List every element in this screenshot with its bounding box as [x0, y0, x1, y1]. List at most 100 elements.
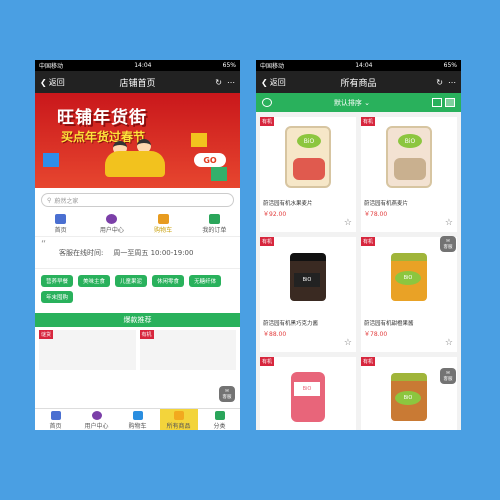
brand-logo: BiO [395, 391, 421, 405]
more-icon[interactable]: ⋯ [448, 78, 456, 87]
service-hours: “ 客服在线时间: 周一至周五 10:00-19:00 [35, 237, 240, 269]
brand-logo: BiO [395, 271, 421, 285]
user-icon [106, 214, 118, 224]
product-card[interactable]: 有机 BiO 蔚活园有机甜橙果酱 ￥78.00 ☆ [361, 237, 457, 352]
product-name: 蔚活园有机水果麦片 [263, 201, 313, 207]
bottom-nav-all-goods[interactable]: 所有商品 [159, 409, 198, 430]
product-name: 蔚活园有机燕麦片 [364, 201, 409, 207]
nav-bar: ❮ 返回 店铺首页 ↻ ⋯ [35, 71, 240, 93]
carrier: 中国移动 [39, 63, 64, 70]
product-card[interactable]: 有机 BiO 蔚活园有机黑巧克力酱 ￥88.00 ☆ [260, 237, 356, 352]
product-image: BiO [361, 117, 457, 197]
product-image: BiO [260, 117, 356, 197]
tab-cart[interactable]: 购物车 [145, 214, 181, 234]
battery: 65% [443, 62, 457, 69]
hours-label: 客服在线时间: [59, 248, 104, 257]
goods-icon [173, 411, 184, 420]
gift-box-icon [211, 167, 227, 181]
brand-logo: BiO [398, 134, 422, 148]
tag-puree[interactable]: 儿童果泥 [115, 275, 148, 287]
car-illustration [105, 151, 165, 177]
page-title: 店铺首页 [119, 78, 156, 89]
product-price: ￥78.00 [364, 331, 388, 338]
gift-box-icon [191, 133, 207, 147]
customer-service-button[interactable]: ✉ 客服 [440, 368, 456, 384]
category-tags: 营养早餐 美味主食 儿童果泥 休闲零食 无糖纤体 年末囤购 [35, 269, 240, 309]
clock: 14:04 [134, 62, 152, 69]
refresh-icon[interactable]: ↻ [436, 78, 443, 87]
quick-tabs: 首页 用户中心 购物车 我的订单 [35, 212, 240, 237]
back-button[interactable]: ❮ 返回 [261, 77, 286, 88]
tag-snacks[interactable]: 休闲零食 [152, 275, 185, 287]
product-card[interactable]: 有机 BiO 蔚活园有机燕麦片 ￥78.00 ☆ [361, 117, 457, 232]
go-button[interactable]: GO [194, 153, 226, 167]
hours-value: 周一至周五 10:00-19:00 [113, 248, 194, 257]
refresh-icon[interactable]: ↻ [215, 78, 222, 87]
tab-user-center[interactable]: 用户中心 [94, 214, 130, 234]
cart-icon [132, 411, 143, 420]
banner-subtitle: 买点年货过春节 [61, 130, 146, 144]
bottom-nav-category[interactable]: 分类 [201, 409, 239, 430]
tab-orders[interactable]: 我的订单 [196, 214, 232, 234]
status-bar: 中国移动 14:04 65% [35, 60, 240, 71]
product-card[interactable]: 有机 BiO [260, 357, 356, 430]
user-icon [91, 411, 102, 420]
view-toggle [431, 98, 455, 107]
phone-all-products: 中国移动 14:04 65% ❮ 返回 所有商品 ↻ ⋯ 默认排序 ⌄ 有机 BiO… [256, 60, 461, 430]
promo-banner[interactable]: 旺铺年货街 买点年货过春节 GO [35, 93, 240, 188]
search-input[interactable]: ⚲ 蔚然之家 [41, 193, 234, 207]
battery: 65% [222, 62, 236, 69]
sort-dropdown[interactable]: 默认排序 ⌄ [334, 98, 370, 108]
product-grid: 有机 BiO 蔚活园有机水果麦片 ￥92.00 ☆ 有机 BiO 蔚活园有机燕麦… [256, 112, 461, 430]
product-name: 蔚活园有机黑巧克力酱 [263, 321, 319, 327]
search-icon: ⚲ [47, 196, 52, 204]
tag-staple[interactable]: 美味主食 [78, 275, 111, 287]
favorite-star-icon[interactable]: ☆ [445, 338, 453, 348]
bottom-nav-user-center[interactable]: 用户中心 [78, 409, 116, 430]
chevron-left-icon: ❮ [261, 77, 268, 87]
brand-logo: BiO [294, 382, 320, 396]
tag-stock-up[interactable]: 年末囤购 [41, 291, 74, 303]
tag-breakfast[interactable]: 营养早餐 [41, 275, 74, 287]
sort-bar: 默认排序 ⌄ [256, 93, 461, 112]
phone-store-home: 中国移动 14:04 65% ❮ 返回 店铺首页 ↻ ⋯ 旺铺年货街 买点年货过春节… [35, 60, 240, 430]
gift-box-icon [43, 153, 59, 167]
hot-products: 谜货 有机 [35, 327, 240, 370]
tag-sugar-free[interactable]: 无糖纤体 [189, 275, 222, 287]
status-bar: 中国移动 14:04 65% [256, 60, 461, 71]
product-card[interactable]: 有机 BiO 蔚活园有机水果麦片 ￥92.00 ☆ [260, 117, 356, 232]
brand-logo: BiO [294, 273, 320, 287]
product-badge: 有机 [139, 330, 154, 339]
back-button[interactable]: ❮ 返回 [40, 77, 65, 88]
nav-icons: ↻ ⋯ [215, 78, 235, 87]
favorite-star-icon[interactable]: ☆ [344, 218, 352, 228]
home-icon [55, 214, 67, 224]
nav-bar: ❮ 返回 所有商品 ↻ ⋯ [256, 71, 461, 93]
customer-service-button[interactable]: ✉ 客服 [440, 236, 456, 252]
single-column-view-icon[interactable] [431, 98, 442, 107]
product-price: ￥88.00 [263, 331, 287, 338]
menu-icon [214, 411, 225, 420]
favorite-star-icon[interactable]: ☆ [445, 218, 453, 228]
customer-service-button[interactable]: ✉ 客服 [219, 386, 235, 402]
bottom-nav-cart[interactable]: 购物车 [119, 409, 157, 430]
more-icon[interactable]: ⋯ [227, 78, 235, 87]
tab-home[interactable]: 首页 [43, 214, 79, 234]
home-icon [50, 411, 61, 420]
hot-product-card[interactable]: 谜货 [39, 330, 136, 370]
banner-title: 旺铺年货街 [57, 108, 147, 128]
bottom-nav-home[interactable]: 首页 [37, 409, 75, 430]
product-price: ￥92.00 [263, 211, 287, 218]
product-badge: 谜货 [39, 330, 54, 339]
product-name: 蔚活园有机甜橙果酱 [364, 321, 414, 327]
clock: 14:04 [355, 62, 373, 69]
favorite-star-icon[interactable]: ☆ [344, 338, 352, 348]
nav-icons: ↻ ⋯ [436, 78, 456, 87]
grid-view-icon[interactable] [444, 98, 455, 107]
list-menu-icon[interactable] [262, 98, 272, 107]
chevron-down-icon: ⌄ [364, 98, 371, 107]
cart-icon [157, 214, 169, 224]
brand-logo: BiO [297, 134, 321, 148]
order-icon [208, 214, 220, 224]
hot-product-card[interactable]: 有机 [139, 330, 236, 370]
